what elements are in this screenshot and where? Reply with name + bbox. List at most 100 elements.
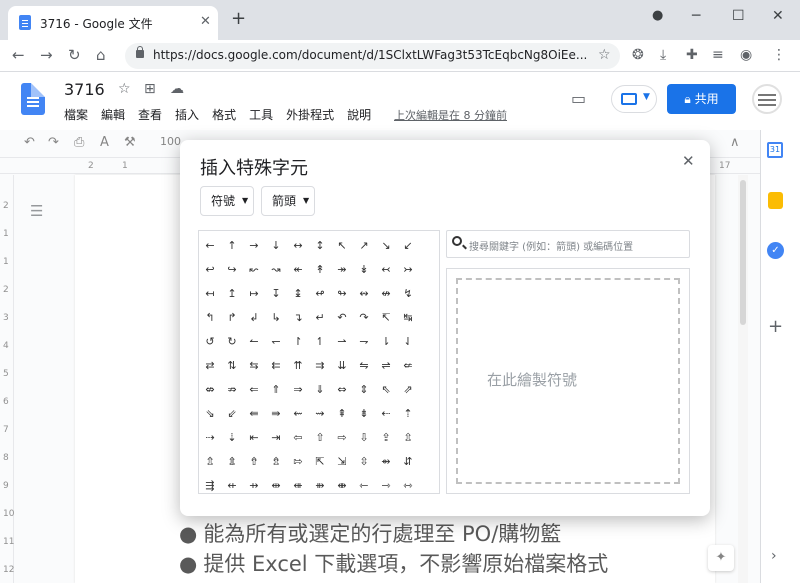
symbol-cell[interactable]: ⇺ <box>287 475 309 493</box>
symbol-cell[interactable]: ↺ <box>199 331 221 353</box>
menu-file[interactable]: 檔案 <box>64 106 88 123</box>
google-docs-logo-icon[interactable] <box>21 83 45 115</box>
symbol-cell[interactable]: ↭ <box>353 283 375 305</box>
symbol-cell[interactable]: ↸ <box>375 307 397 329</box>
symbol-cell[interactable]: ⇆ <box>243 355 265 377</box>
symbol-cell[interactable]: ↻ <box>221 331 243 353</box>
star-icon[interactable]: ☆ <box>118 81 131 97</box>
symbol-cell[interactable]: ⇥ <box>265 427 287 449</box>
symbol-cell[interactable]: ↲ <box>243 307 265 329</box>
symbol-cell[interactable]: ⇚ <box>243 403 265 425</box>
add-addon-icon[interactable]: + <box>768 316 783 337</box>
expand-panel-icon[interactable]: › <box>771 548 777 564</box>
symbol-cell[interactable]: ⇂ <box>375 331 397 353</box>
present-button[interactable]: ▼ <box>611 85 657 113</box>
symbol-cell[interactable]: ⇋ <box>353 355 375 377</box>
minimize-button[interactable]: ─ <box>692 8 700 24</box>
symbol-cell[interactable]: ⇣ <box>221 427 243 449</box>
move-folder-icon[interactable]: ⊞ <box>144 81 156 97</box>
menu-edit[interactable]: 編輯 <box>101 106 125 123</box>
symbol-cell[interactable]: ↷ <box>353 307 375 329</box>
symbol-cell[interactable]: ↵ <box>309 307 331 329</box>
symbol-cell[interactable]: ⇈ <box>287 355 309 377</box>
symbol-cell[interactable]: ⇤ <box>243 427 265 449</box>
symbol-cell[interactable]: ⇴ <box>375 451 397 473</box>
symbol-cell[interactable]: ↼ <box>243 331 265 353</box>
reload-icon[interactable]: ↻ <box>68 46 81 64</box>
symbol-cell[interactable]: ⇉ <box>309 355 331 377</box>
symbol-cell[interactable]: ⇡ <box>397 403 419 425</box>
symbol-cell[interactable]: ↔ <box>287 235 309 257</box>
symbol-cell[interactable]: ⇾ <box>375 475 397 493</box>
menu-addons[interactable]: 外掛程式 <box>286 106 334 123</box>
symbol-cell[interactable]: ⇹ <box>265 475 287 493</box>
url-input[interactable]: https://docs.google.com/document/d/1SClx… <box>125 43 620 69</box>
symbol-cell[interactable]: ↜ <box>243 259 265 281</box>
menu-insert[interactable]: 插入 <box>175 106 199 123</box>
back-arrow-icon[interactable]: ← <box>12 46 25 64</box>
download-icon[interactable]: ⤓ <box>660 47 666 63</box>
symbol-cell[interactable]: ⇌ <box>375 355 397 377</box>
symbol-cell[interactable]: ↧ <box>265 283 287 305</box>
symbol-cell[interactable]: ⇷ <box>221 475 243 493</box>
symbol-cell[interactable]: ⇿ <box>397 475 419 493</box>
symbol-cell[interactable]: ⇏ <box>221 379 243 401</box>
extension-icon[interactable]: ❂ <box>632 47 644 63</box>
symbol-search-input[interactable]: 搜尋關鍵字 (例如：箭頭) 或編碼位置 <box>446 230 690 258</box>
symbol-cell[interactable]: ↨ <box>287 283 309 305</box>
symbol-cell[interactable]: ⇰ <box>287 451 309 473</box>
symbol-cell[interactable]: ⇩ <box>353 427 375 449</box>
symbol-cell[interactable]: ↬ <box>331 283 353 305</box>
symbol-cell[interactable]: ⇶ <box>199 475 221 493</box>
symbol-cell[interactable]: ⇪ <box>375 427 397 449</box>
symbol-cell[interactable]: ↕ <box>309 235 331 257</box>
symbol-cell[interactable]: ↣ <box>397 259 419 281</box>
symbol-cell[interactable]: ↾ <box>287 331 309 353</box>
maximize-button[interactable]: ☐ <box>732 8 745 24</box>
symbol-cell[interactable]: ⇔ <box>331 379 353 401</box>
symbol-cell[interactable]: ← <box>199 235 221 257</box>
profile-dropdown-icon[interactable]: ● <box>652 8 663 23</box>
symbol-cell[interactable]: ⇎ <box>199 379 221 401</box>
symbol-cell[interactable]: ↳ <box>265 307 287 329</box>
cloud-status-icon[interactable]: ☁ <box>170 81 184 97</box>
close-icon[interactable]: ✕ <box>682 152 695 170</box>
symbol-cell[interactable]: ⇫ <box>397 427 419 449</box>
symbol-cell[interactable]: ↟ <box>309 259 331 281</box>
symbol-cell[interactable]: ↡ <box>353 259 375 281</box>
symbol-cell[interactable]: ⇮ <box>243 451 265 473</box>
symbol-cell[interactable]: ↞ <box>287 259 309 281</box>
symbol-cell[interactable]: → <box>243 235 265 257</box>
symbol-cell[interactable]: ⇘ <box>199 403 221 425</box>
symbol-cell[interactable]: ⇙ <box>221 403 243 425</box>
symbol-cell[interactable]: ⇓ <box>309 379 331 401</box>
symbol-cell[interactable]: ⇳ <box>353 451 375 473</box>
tab-close-icon[interactable]: ✕ <box>200 14 211 29</box>
symbol-cell[interactable]: ⇍ <box>397 355 419 377</box>
subcategory-dropdown[interactable]: 箭頭 ▼ <box>261 186 315 216</box>
symbol-cell[interactable]: ↤ <box>199 283 221 305</box>
symbol-cell[interactable]: ⇖ <box>375 379 397 401</box>
symbol-cell[interactable]: ↫ <box>309 283 331 305</box>
symbol-cell[interactable]: ⇐ <box>243 379 265 401</box>
keep-icon[interactable] <box>768 192 783 209</box>
symbol-cell[interactable]: ↹ <box>397 307 419 329</box>
symbol-cell[interactable]: ↖ <box>331 235 353 257</box>
symbol-cell[interactable]: ⇯ <box>265 451 287 473</box>
symbol-cell[interactable]: ⇝ <box>309 403 331 425</box>
menu-view[interactable]: 查看 <box>138 106 162 123</box>
puzzle-extensions-icon[interactable]: ✚ <box>686 47 698 63</box>
symbol-cell[interactable]: ↗ <box>353 235 375 257</box>
symbol-cell[interactable]: ⇀ <box>331 331 353 353</box>
symbol-cell[interactable]: ↢ <box>375 259 397 281</box>
tasks-icon[interactable]: ✓ <box>767 242 784 259</box>
symbol-cell[interactable]: ↠ <box>331 259 353 281</box>
symbol-cell[interactable]: ↓ <box>265 235 287 257</box>
symbol-cell[interactable]: ⇒ <box>287 379 309 401</box>
symbol-cell[interactable]: ⇟ <box>353 403 375 425</box>
symbol-cell[interactable]: ⇸ <box>243 475 265 493</box>
symbol-cell[interactable]: ↱ <box>221 307 243 329</box>
menu-tools[interactable]: 工具 <box>249 106 273 123</box>
symbol-cell[interactable]: ⇃ <box>397 331 419 353</box>
new-tab-button[interactable]: + <box>231 10 246 28</box>
